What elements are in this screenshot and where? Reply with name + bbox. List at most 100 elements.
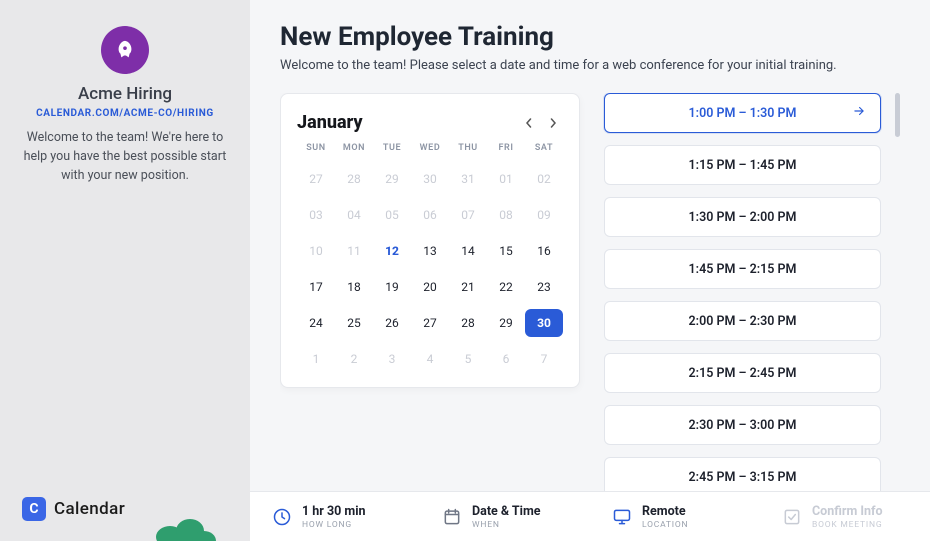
- calendar-day[interactable]: 26: [373, 309, 411, 337]
- org-avatar: [101, 26, 149, 74]
- calendar-day[interactable]: 14: [449, 237, 487, 265]
- calendar-day: 06: [411, 201, 449, 229]
- timeslot-option[interactable]: 1:45 PM – 2:15 PM: [604, 249, 881, 289]
- timeslot-label: 1:00 PM – 1:30 PM: [689, 106, 797, 121]
- calendar-day: 09: [525, 201, 563, 229]
- calendar-day: 1: [297, 345, 335, 373]
- calendar-day[interactable]: 28: [449, 309, 487, 337]
- calendar-day: 03: [297, 201, 335, 229]
- wizard-step[interactable]: RemoteLOCATION: [590, 492, 760, 541]
- clock-icon: [272, 507, 292, 527]
- calendar-day: 01: [487, 165, 525, 193]
- calendar-day: 5: [449, 345, 487, 373]
- calendar-day: 3: [373, 345, 411, 373]
- calendar-day[interactable]: 12: [373, 237, 411, 265]
- calendar-dow: FRI: [487, 143, 525, 157]
- timeslot-label: 1:45 PM – 2:15 PM: [689, 262, 797, 277]
- check-square-icon: [782, 507, 802, 527]
- timeslot-label: 2:15 PM – 2:45 PM: [689, 366, 797, 381]
- calendar-day: 28: [335, 165, 373, 193]
- page-subtitle: Welcome to the team! Please select a dat…: [280, 58, 900, 73]
- timeslot-option[interactable]: 2:00 PM – 2:30 PM: [604, 301, 881, 341]
- monitor-icon: [612, 507, 632, 527]
- timeslot-label: 2:30 PM – 3:00 PM: [689, 418, 797, 433]
- calendar-dow: SUN: [297, 143, 335, 157]
- step-subtitle: LOCATION: [642, 520, 688, 530]
- chevron-left-icon: [524, 118, 534, 128]
- org-url[interactable]: CALENDAR.COM/ACME-CO/HIRING: [36, 108, 214, 119]
- calendar-day: 11: [335, 237, 373, 265]
- step-title: Date & Time: [472, 504, 541, 519]
- calendar-day: 2: [335, 345, 373, 373]
- calendar-day[interactable]: 29: [487, 309, 525, 337]
- calendar-day[interactable]: 17: [297, 273, 335, 301]
- timeslot-label: 1:15 PM – 1:45 PM: [689, 158, 797, 173]
- calendar-day: 10: [297, 237, 335, 265]
- calendar-day: 29: [373, 165, 411, 193]
- calendar-day[interactable]: 24: [297, 309, 335, 337]
- timeslot-option[interactable]: 2:15 PM – 2:45 PM: [604, 353, 881, 393]
- calendar-day[interactable]: 15: [487, 237, 525, 265]
- step-title: 1 hr 30 min: [302, 504, 366, 519]
- calendar-day[interactable]: 27: [411, 309, 449, 337]
- calendar-day[interactable]: 20: [411, 273, 449, 301]
- scrollbar-thumb[interactable]: [895, 93, 900, 137]
- step-subtitle: WHEN: [472, 520, 541, 530]
- wizard-step[interactable]: Date & TimeWHEN: [420, 492, 590, 541]
- calendar-dow: SAT: [525, 143, 563, 157]
- calendar-day: 31: [449, 165, 487, 193]
- step-title: Remote: [642, 504, 688, 519]
- decoration-blob-icon: [150, 509, 220, 541]
- next-month-button[interactable]: [543, 113, 563, 133]
- chevron-right-icon: [548, 118, 558, 128]
- wizard-steps: 1 hr 30 minHOW LONGDate & TimeWHENRemote…: [250, 491, 930, 541]
- main: New Employee Training Welcome to the tea…: [250, 0, 930, 541]
- brand-name: Calendar: [54, 499, 125, 519]
- timeslot-list: 1:00 PM – 1:30 PM 1:15 PM – 1:45 PM 1:30 P…: [604, 93, 887, 518]
- calendar-day: 6: [487, 345, 525, 373]
- calendar-dow: WED: [411, 143, 449, 157]
- calendar-dow: THU: [449, 143, 487, 157]
- calendar-month: January: [297, 112, 363, 133]
- timeslot-scrollbar[interactable]: [895, 93, 900, 518]
- org-description: Welcome to the team! We're here to help …: [18, 129, 232, 185]
- timeslot-option[interactable]: 1:15 PM – 1:45 PM: [604, 145, 881, 185]
- calendar-card: January SUNMONTUEWEDTHUFRISAT27282930310…: [280, 93, 580, 388]
- wizard-step: Confirm InfoBOOK MEETING: [760, 492, 930, 541]
- step-title: Confirm Info: [812, 504, 883, 519]
- calendar-day: 04: [335, 201, 373, 229]
- calendar-day[interactable]: 25: [335, 309, 373, 337]
- timeslot-column: 1:00 PM – 1:30 PM 1:15 PM – 1:45 PM 1:30 P…: [604, 93, 900, 518]
- calendar-day[interactable]: 13: [411, 237, 449, 265]
- org-name: Acme Hiring: [78, 84, 172, 104]
- sidebar: Acme Hiring CALENDAR.COM/ACME-CO/HIRING …: [0, 0, 250, 541]
- calendar-day[interactable]: 19: [373, 273, 411, 301]
- calendar-day: 30: [411, 165, 449, 193]
- page-title: New Employee Training: [280, 22, 900, 52]
- brand[interactable]: C Calendar: [22, 497, 125, 521]
- calendar-day: 27: [297, 165, 335, 193]
- calendar-day[interactable]: 23: [525, 273, 563, 301]
- rocket-icon: [114, 39, 136, 61]
- calendar-day[interactable]: 21: [449, 273, 487, 301]
- calendar-day[interactable]: 18: [335, 273, 373, 301]
- calendar-day[interactable]: 30: [525, 309, 563, 337]
- calendar-grid: SUNMONTUEWEDTHUFRISAT2728293031010203040…: [297, 143, 563, 373]
- calendar-dow: TUE: [373, 143, 411, 157]
- calendar-day[interactable]: 16: [525, 237, 563, 265]
- timeslot-option[interactable]: 2:30 PM – 3:00 PM: [604, 405, 881, 445]
- timeslot-option[interactable]: 1:00 PM – 1:30 PM: [604, 93, 881, 133]
- timeslot-label: 1:30 PM – 2:00 PM: [689, 210, 797, 225]
- calendar-day: 7: [525, 345, 563, 373]
- prev-month-button[interactable]: [519, 113, 539, 133]
- calendar-day: 08: [487, 201, 525, 229]
- brand-logo-icon: C: [22, 497, 46, 521]
- calendar-day: 07: [449, 201, 487, 229]
- step-subtitle: BOOK MEETING: [812, 520, 883, 530]
- timeslot-label: 2:45 PM – 3:15 PM: [689, 470, 797, 485]
- calendar-day: 02: [525, 165, 563, 193]
- calendar-day: 4: [411, 345, 449, 373]
- calendar-day[interactable]: 22: [487, 273, 525, 301]
- wizard-step[interactable]: 1 hr 30 minHOW LONG: [250, 492, 420, 541]
- timeslot-option[interactable]: 1:30 PM – 2:00 PM: [604, 197, 881, 237]
